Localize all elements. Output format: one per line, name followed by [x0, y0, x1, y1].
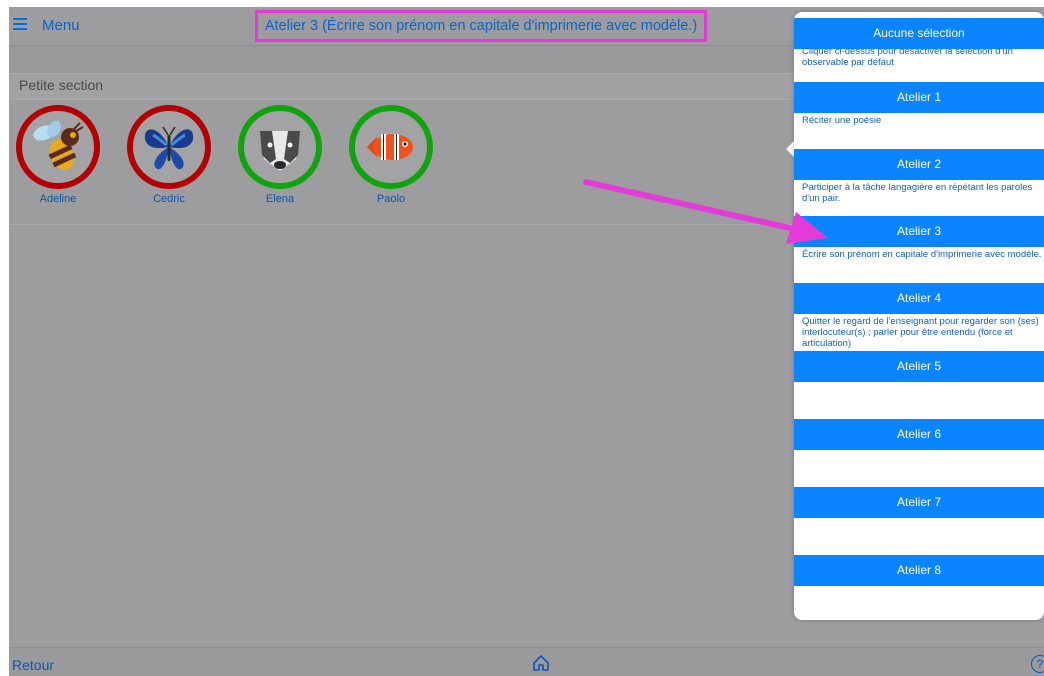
option-atelier-5: Atelier 5: [794, 351, 1044, 419]
student-item[interactable]: Cedric: [123, 105, 223, 217]
atelier-8-button[interactable]: Atelier 8: [794, 555, 1044, 586]
option-atelier-4: Atelier 4 Quitter le regard de l'enseign…: [794, 283, 1044, 351]
option-description: [802, 520, 1044, 554]
butterfly-icon: [144, 126, 194, 170]
home-icon[interactable]: [531, 653, 551, 673]
atelier-4-button[interactable]: Atelier 4: [794, 283, 1044, 314]
option-atelier-3: Atelier 3 Écrire son prénom en capitale …: [794, 216, 1044, 284]
hamburger-menu-icon[interactable]: [13, 18, 27, 30]
student-name: Elena: [265, 193, 295, 205]
atelier-2-button[interactable]: Atelier 2: [794, 149, 1044, 180]
bottom-bar: Retour ?: [9, 647, 1044, 676]
clownfish-icon: [367, 134, 413, 160]
avatar[interactable]: [16, 105, 100, 189]
back-button[interactable]: Retour: [12, 657, 54, 673]
option-description: Cliquer ci-dessus pour désactiver la sél…: [802, 46, 1013, 68]
avatar[interactable]: [127, 105, 211, 189]
aucune-selection-button[interactable]: Aucune sélection: [794, 18, 1044, 49]
bee-icon: [33, 120, 84, 171]
avatar[interactable]: [238, 105, 322, 189]
badger-icon: [260, 131, 300, 171]
option-atelier-7: Atelier 7: [794, 487, 1044, 555]
option-description: [802, 452, 1044, 486]
student-item[interactable]: Adeline: [12, 105, 112, 217]
option-description: [802, 588, 1044, 620]
option-atelier-8: Atelier 8: [794, 555, 1044, 620]
option-atelier-6: Atelier 6: [794, 419, 1044, 487]
atelier-6-button[interactable]: Atelier 6: [794, 419, 1044, 450]
atelier-1-button[interactable]: Atelier 1: [794, 82, 1044, 113]
student-item[interactable]: Paolo: [345, 105, 445, 217]
option-description: [802, 384, 1044, 418]
option-atelier-2: Atelier 2 Participer à la tâche langagiè…: [794, 149, 1044, 217]
student-name: Cedric: [153, 193, 185, 205]
atelier-7-button[interactable]: Atelier 7: [794, 487, 1044, 518]
option-description: Écrire son prénom en capitale d'imprimer…: [802, 249, 1042, 260]
option-description: Quitter le regard de l'enseignant pour r…: [802, 316, 1039, 349]
atelier-3-button[interactable]: Atelier 3: [794, 216, 1044, 247]
option-aucune-selection: Aucune sélection Cliquer ci-dessus pour …: [794, 18, 1044, 86]
section-title: Petite section: [19, 77, 104, 93]
avatar[interactable]: [349, 105, 433, 189]
option-description: Participer à la tâche langagière en répé…: [802, 182, 1033, 204]
menu-button[interactable]: Menu: [42, 17, 80, 34]
student-name: Paolo: [376, 193, 406, 205]
option-atelier-1: Atelier 1 Réciter une poésie: [794, 82, 1044, 150]
observable-popover: Aucune sélection Cliquer ci-dessus pour …: [794, 12, 1044, 620]
help-icon[interactable]: ?: [1031, 655, 1044, 673]
student-name: Adeline: [39, 193, 77, 205]
atelier-5-button[interactable]: Atelier 5: [794, 351, 1044, 382]
option-description: Réciter une poésie: [802, 115, 882, 126]
student-item[interactable]: Elena: [234, 105, 334, 217]
page-title: Atelier 3 (Écrire son prénom en capitale…: [255, 10, 707, 42]
